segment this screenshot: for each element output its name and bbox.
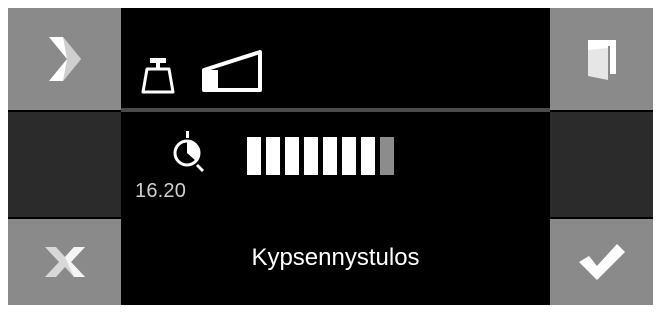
progress-segment <box>285 137 299 175</box>
checkmark-icon <box>578 244 625 280</box>
progress-bar <box>247 137 399 175</box>
door-icon <box>587 40 616 80</box>
progress-segment <box>342 137 356 175</box>
confirm-button[interactable] <box>550 219 653 305</box>
status-label: Kypsennystulos <box>251 244 420 271</box>
cancel-button[interactable] <box>8 219 121 305</box>
right-middle-blank <box>550 112 653 217</box>
chevron-right-icon <box>48 37 81 81</box>
progress-segment <box>266 137 280 175</box>
next-button[interactable] <box>8 8 121 110</box>
left-middle-blank <box>8 112 121 217</box>
time-readout: 16.20 <box>135 180 187 202</box>
progress-segment <box>247 137 261 175</box>
wedge-shape-icon <box>202 50 262 92</box>
door-button[interactable] <box>550 8 653 110</box>
timer-icon <box>173 131 205 173</box>
close-x-icon <box>44 247 85 277</box>
progress-segment <box>323 137 337 175</box>
progress-segment <box>361 137 375 175</box>
progress-segment-partial <box>380 137 394 175</box>
progress-segment <box>304 137 318 175</box>
header-divider <box>121 108 550 112</box>
weight-icon <box>141 58 175 94</box>
